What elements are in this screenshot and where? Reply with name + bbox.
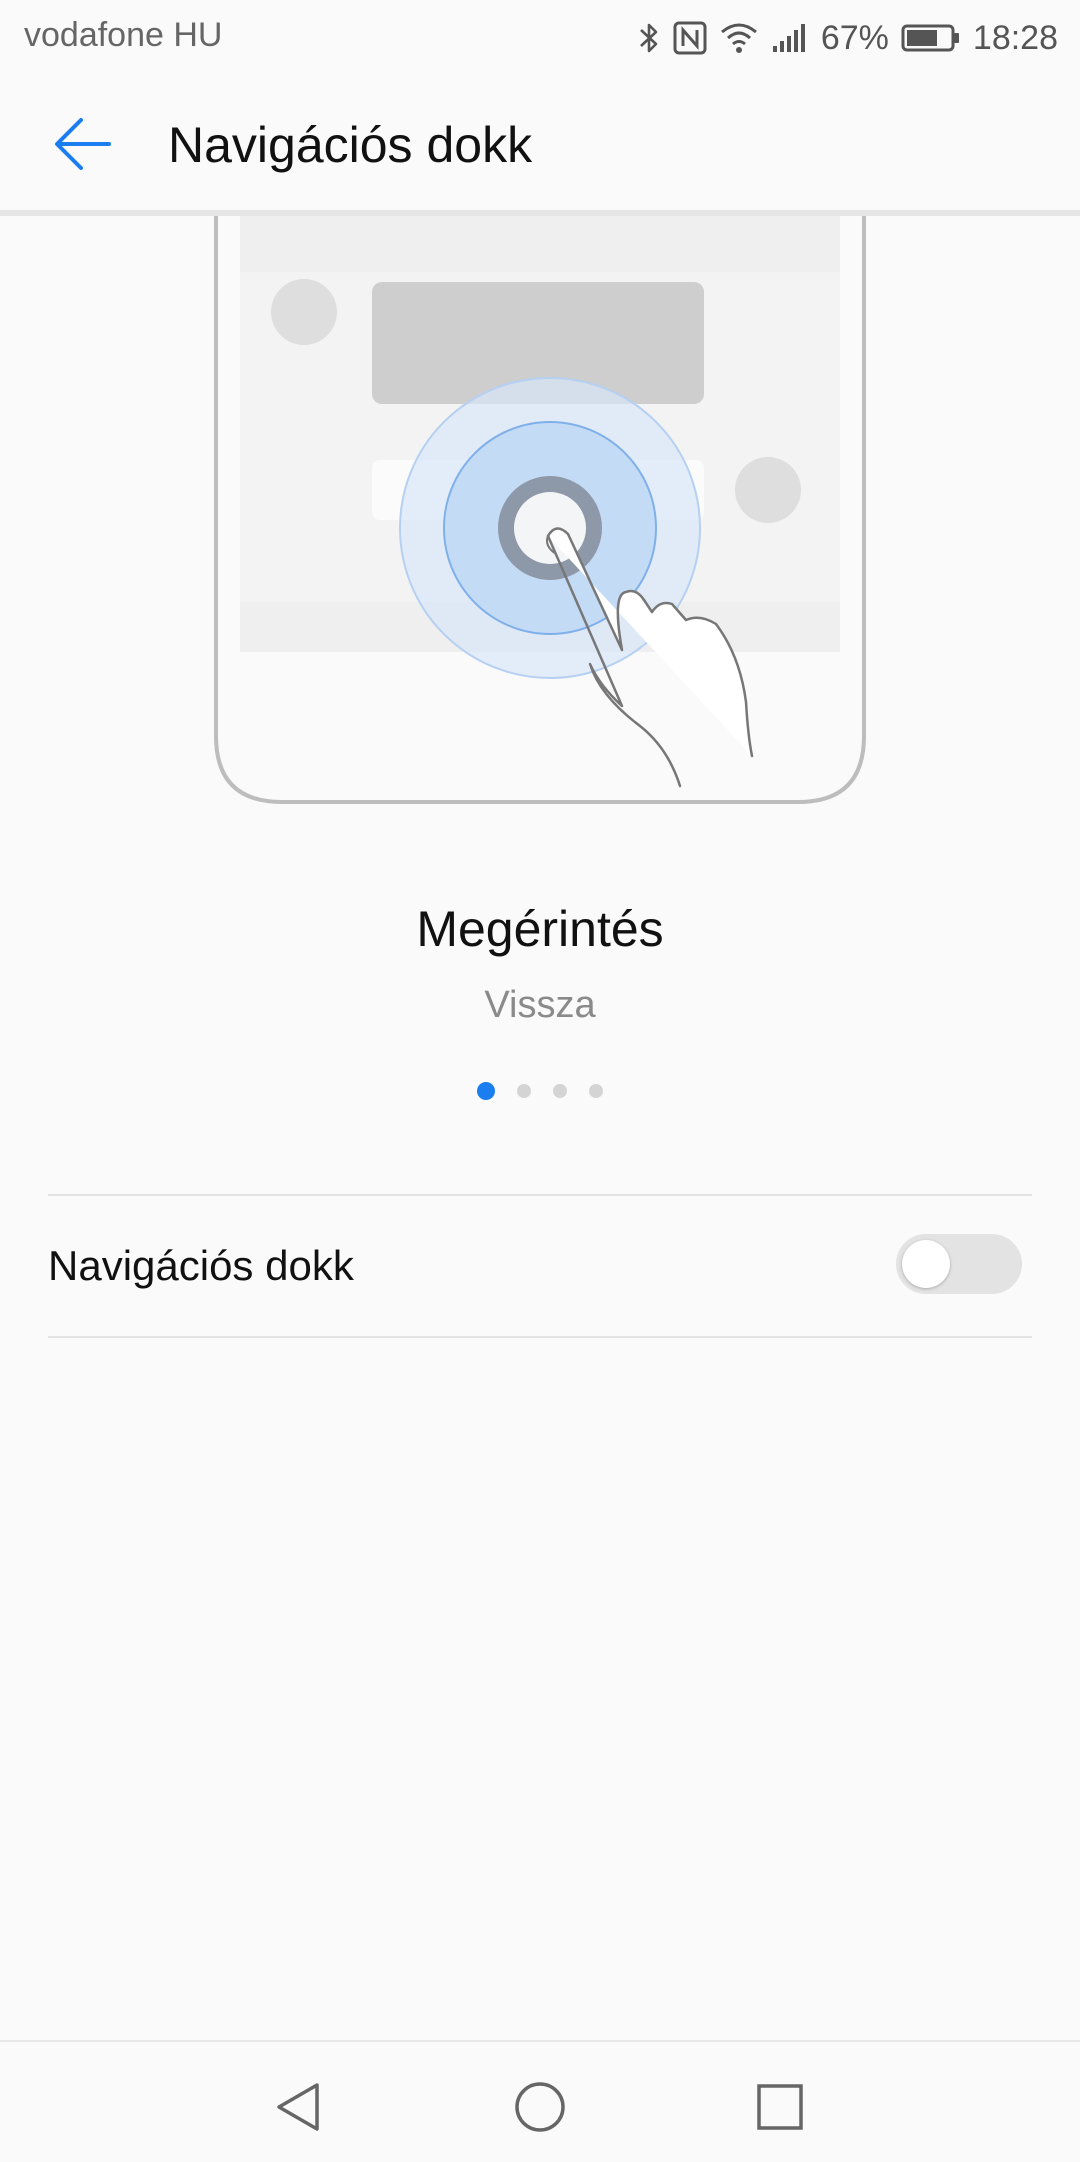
clock: 18:28: [972, 18, 1058, 57]
home-circle-icon: [515, 2082, 565, 2132]
tap-gesture-illustration: [0, 216, 1080, 816]
nav-recents-button[interactable]: [735, 2062, 825, 2152]
nav-home-button[interactable]: [495, 2062, 585, 2152]
status-bar: vodafone HU 67% 18:28: [0, 0, 1080, 76]
signal-icon: [772, 24, 805, 52]
navigation-dock-setting[interactable]: Navigációs dokk: [0, 1196, 1080, 1336]
battery-percent: 67%: [820, 18, 889, 57]
wifi-icon: [720, 23, 757, 53]
page-dot-3[interactable]: [553, 1084, 567, 1098]
gesture-title: Megérintés: [416, 901, 664, 957]
toggle-knob: [902, 1240, 950, 1288]
app-bar: Navigációs dokk: [0, 76, 1080, 212]
page-indicator[interactable]: [0, 1080, 1080, 1102]
back-button[interactable]: [40, 108, 126, 180]
setting-label: Navigációs dokk: [48, 1242, 354, 1289]
page-dot-1[interactable]: [477, 1082, 495, 1100]
gesture-subtitle: Vissza: [484, 984, 596, 1026]
battery-icon: [901, 24, 959, 52]
arrow-left-icon: [55, 118, 111, 170]
navigation-dock-toggle[interactable]: [896, 1234, 1022, 1294]
carrier-name: vodafone HU: [24, 16, 223, 54]
page-dot-2[interactable]: [517, 1084, 531, 1098]
nfc-icon: [673, 21, 707, 55]
divider-bottom: [48, 1336, 1032, 1338]
system-nav-bar: [0, 2040, 1080, 2162]
nav-back-button[interactable]: [254, 2062, 344, 2152]
status-icons: 67% 18:28: [637, 12, 1058, 64]
phone-illustration: [214, 216, 866, 804]
back-triangle-icon: [277, 2083, 319, 2131]
page-dot-4[interactable]: [589, 1084, 603, 1098]
bluetooth-icon: [639, 23, 658, 53]
recents-square-icon: [757, 2084, 803, 2130]
page-title: Navigációs dokk: [168, 117, 533, 173]
